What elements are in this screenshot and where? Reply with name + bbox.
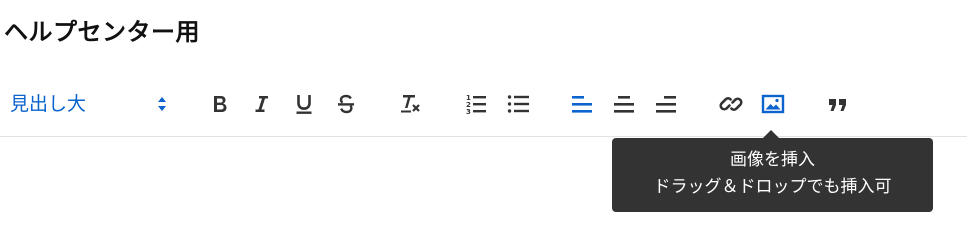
sort-arrows-icon xyxy=(158,97,166,111)
quote-button[interactable] xyxy=(823,89,853,119)
align-center-icon xyxy=(614,96,634,113)
italic-icon xyxy=(255,96,268,112)
heading-select-value: 見出し大 xyxy=(10,93,87,115)
italic-button[interactable] xyxy=(247,89,277,119)
svg-text:3: 3 xyxy=(466,108,471,116)
clear-format-button[interactable] xyxy=(396,89,426,119)
tooltip-arrow xyxy=(763,130,779,138)
align-left-button[interactable] xyxy=(567,89,597,119)
editor-toolbar: 見出し大 1 2 3 xyxy=(0,80,967,130)
strikethrough-icon xyxy=(338,94,354,114)
ordered-list-icon: 1 2 3 xyxy=(466,94,486,116)
underline-button[interactable] xyxy=(289,89,319,119)
bullet-list-button[interactable] xyxy=(503,89,533,119)
align-center-button[interactable] xyxy=(609,89,639,119)
align-right-button[interactable] xyxy=(651,89,681,119)
underline-icon xyxy=(296,95,312,114)
tooltip-title: 画像を挿入 xyxy=(730,150,815,170)
strikethrough-button[interactable] xyxy=(331,89,361,119)
tooltip-description: ドラッグ＆ドロップでも挿入可 xyxy=(653,177,892,197)
bold-button[interactable] xyxy=(205,89,235,119)
heading-select[interactable]: 見出し大 xyxy=(10,90,170,118)
ordered-list-button[interactable]: 1 2 3 xyxy=(461,89,491,119)
align-right-icon xyxy=(656,96,676,113)
link-icon xyxy=(719,97,743,111)
clear-format-icon xyxy=(401,95,420,113)
bullet-list-icon xyxy=(507,95,529,113)
image-icon xyxy=(761,94,785,114)
bold-icon xyxy=(214,96,227,112)
image-button-tooltip: 画像を挿入 ドラッグ＆ドロップでも挿入可 xyxy=(612,138,933,212)
align-left-icon xyxy=(572,96,592,113)
page-title: ヘルプセンター用 xyxy=(4,18,200,46)
link-button[interactable] xyxy=(716,89,746,119)
image-button[interactable] xyxy=(758,89,788,119)
quote-icon xyxy=(829,99,846,111)
